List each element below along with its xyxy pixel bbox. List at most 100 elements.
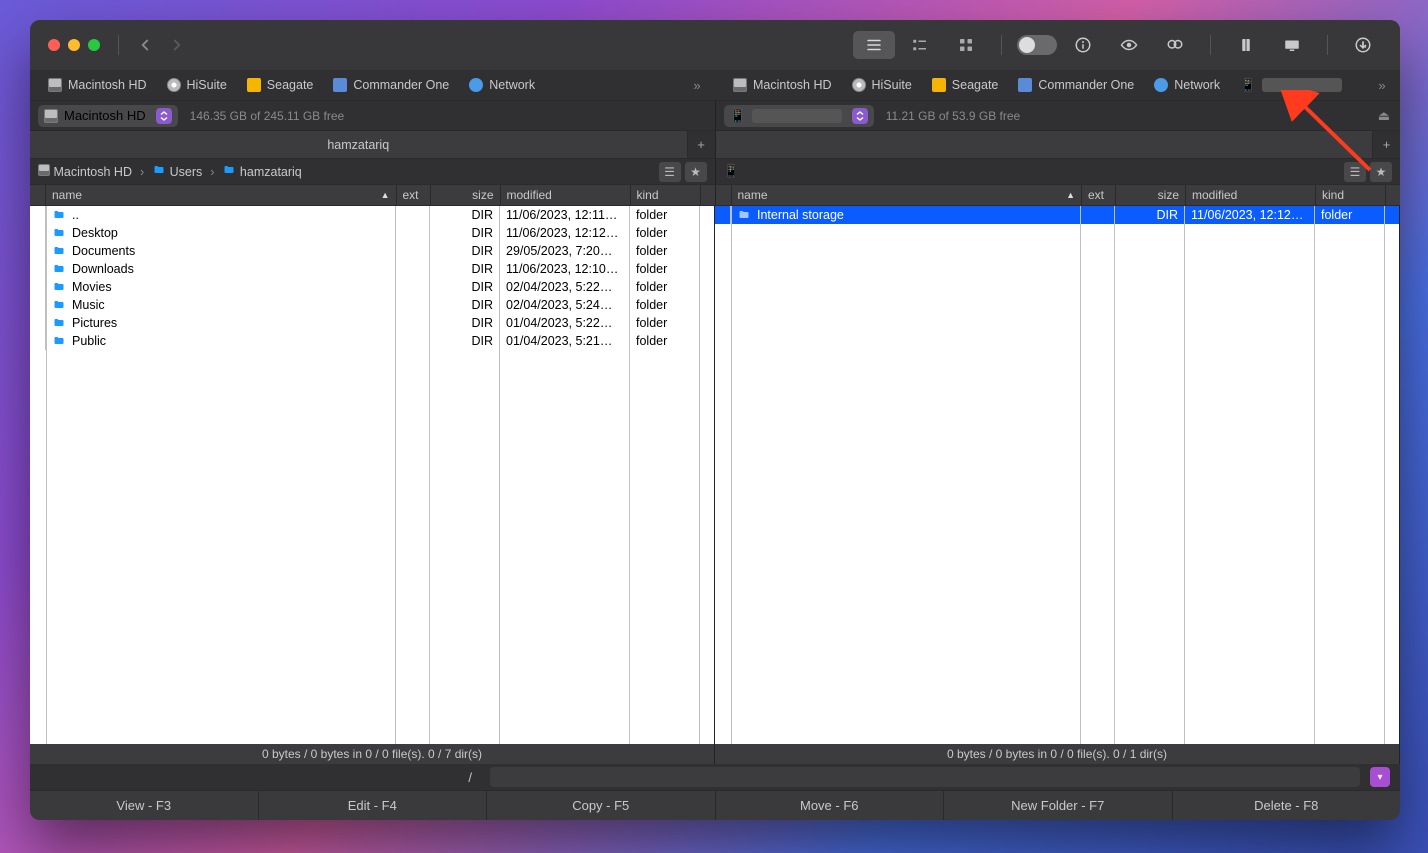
crumb-segment[interactable]: Users	[152, 164, 202, 179]
fn-edit[interactable]: Edit - F4	[259, 791, 488, 820]
file-row[interactable]: MusicDIR02/04/2023, 5:24…folder	[30, 296, 714, 314]
col-mod[interactable]: modified	[1186, 185, 1316, 205]
separator	[1210, 35, 1211, 55]
minimize-window-button[interactable]	[68, 39, 80, 51]
location-network[interactable]: Network	[1144, 70, 1230, 100]
drive-bar-left: Macintosh HD 146.35 GB of 245.11 GB free	[30, 100, 716, 130]
close-window-button[interactable]	[48, 39, 60, 51]
command-history-button[interactable]: ▾	[1370, 767, 1390, 787]
drive-name: Macintosh HD	[64, 108, 146, 123]
app-window: Macintosh HDHiSuiteSeagateCommander OneN…	[30, 20, 1400, 820]
file-list-left[interactable]: ..DIR11/06/2023, 12:11…folderDesktopDIR1…	[30, 206, 714, 744]
location-commander-one[interactable]: Commander One	[323, 70, 459, 100]
favorites-button[interactable]: ★	[685, 162, 707, 182]
archive-button[interactable]	[1225, 31, 1267, 59]
info-button[interactable]	[1062, 31, 1104, 59]
location-macintosh-hd[interactable]: Macintosh HD	[723, 70, 842, 100]
file-row[interactable]: Internal storageDIR11/06/2023, 12:12…fol…	[715, 206, 1399, 224]
drive-selector-right[interactable]: 📱	[724, 105, 874, 127]
location-seagate[interactable]: Seagate	[237, 70, 324, 100]
pane-left: ..DIR11/06/2023, 12:11…folderDesktopDIR1…	[30, 206, 715, 764]
command-input[interactable]	[490, 767, 1360, 787]
phone-icon: 📱	[730, 108, 746, 124]
search-button[interactable]	[1154, 31, 1196, 59]
file-row[interactable]: DocumentsDIR29/05/2023, 7:20…folder	[30, 242, 714, 260]
location-hisuite[interactable]: HiSuite	[842, 70, 922, 100]
zoom-window-button[interactable]	[88, 39, 100, 51]
column-headers: name▲ ext size modified kind name▲ ext s…	[30, 184, 1400, 206]
view-grid-button[interactable]	[945, 31, 987, 59]
drive-selector-left[interactable]: Macintosh HD	[38, 105, 178, 127]
location-network[interactable]: Network	[459, 70, 545, 100]
fn-copy[interactable]: Copy - F5	[487, 791, 716, 820]
favorites-button[interactable]: ★	[1370, 162, 1392, 182]
status-left: 0 bytes / 0 bytes in 0 / 0 file(s). 0 / …	[30, 744, 714, 764]
breadcrumb-rows: Macintosh HD› Users› hamzatariq ☰ ★ 📱 ☰ …	[30, 158, 1400, 184]
hidden-files-toggle[interactable]	[1016, 31, 1058, 59]
free-space-right: 11.21 GB of 53.9 GB free	[886, 109, 1021, 123]
col-kind[interactable]: kind	[1316, 185, 1386, 205]
view-columns-button[interactable]	[899, 31, 941, 59]
history-button[interactable]: ☰	[1344, 162, 1366, 182]
file-row[interactable]: PublicDIR01/04/2023, 5:21…folder	[30, 332, 714, 350]
breadcrumb-right: 📱 ☰ ★	[716, 158, 1401, 184]
fn-view[interactable]: View - F3	[30, 791, 259, 820]
view-list-button[interactable]	[853, 31, 895, 59]
toolbar	[853, 31, 1390, 59]
separator	[1001, 35, 1002, 55]
locations-overflow[interactable]: »	[1370, 70, 1394, 100]
file-row[interactable]: ..DIR11/06/2023, 12:11…folder	[30, 206, 714, 224]
col-name[interactable]: name▲	[732, 185, 1083, 205]
function-bar: View - F3Edit - F4Copy - F5Move - F6New …	[30, 790, 1400, 820]
col-size[interactable]: size	[431, 185, 501, 205]
location-macintosh-hd[interactable]: Macintosh HD	[38, 70, 157, 100]
drive-bars: Macintosh HD 146.35 GB of 245.11 GB free…	[30, 100, 1400, 130]
window-controls	[40, 39, 108, 51]
drive-bar-right: 📱 11.21 GB of 53.9 GB free ⏏	[716, 100, 1401, 130]
status-right: 0 bytes / 0 bytes in 0 / 0 file(s). 0 / …	[715, 744, 1399, 764]
disk-icon	[44, 109, 58, 123]
file-list-right[interactable]: Internal storageDIR11/06/2023, 12:12…fol…	[715, 206, 1399, 744]
locations-overflow[interactable]: »	[685, 70, 709, 100]
file-row[interactable]: PicturesDIR01/04/2023, 5:22…folder	[30, 314, 714, 332]
quicklook-button[interactable]	[1108, 31, 1150, 59]
file-row[interactable]: MoviesDIR02/04/2023, 5:22…folder	[30, 278, 714, 296]
crumb-segment[interactable]: hamzatariq	[222, 164, 301, 179]
file-row[interactable]: DownloadsDIR11/06/2023, 12:10…folder	[30, 260, 714, 278]
phone-icon: 📱	[724, 164, 740, 179]
eject-button[interactable]: ⏏	[1378, 108, 1390, 124]
new-tab-right[interactable]: +	[1372, 131, 1400, 158]
separator	[118, 35, 119, 55]
breadcrumb-left: Macintosh HD› Users› hamzatariq ☰ ★	[30, 158, 716, 184]
back-button[interactable]	[133, 33, 157, 57]
col-mod[interactable]: modified	[501, 185, 631, 205]
tab-left[interactable]: hamzatariq	[30, 131, 687, 158]
connections-button[interactable]	[1271, 31, 1313, 59]
location-seagate[interactable]: Seagate	[922, 70, 1009, 100]
fn-new[interactable]: New Folder - F7	[944, 791, 1173, 820]
history-button[interactable]: ☰	[659, 162, 681, 182]
forward-button[interactable]	[165, 33, 189, 57]
tab-right[interactable]	[716, 131, 1373, 158]
pane-right: Internal storageDIR11/06/2023, 12:12…fol…	[715, 206, 1400, 764]
new-tab-left[interactable]: +	[687, 131, 715, 158]
col-ext[interactable]: ext	[397, 185, 431, 205]
drive-name-redacted	[752, 109, 842, 123]
file-row[interactable]: DesktopDIR11/06/2023, 12:12…folder	[30, 224, 714, 242]
location-commander-one[interactable]: Commander One	[1008, 70, 1144, 100]
col-name[interactable]: name▲	[46, 185, 397, 205]
crumb-segment[interactable]: Macintosh HD	[38, 164, 132, 179]
separator	[1327, 35, 1328, 55]
col-size[interactable]: size	[1116, 185, 1186, 205]
col-kind[interactable]: kind	[631, 185, 701, 205]
locations-bar: Macintosh HDHiSuiteSeagateCommander OneN…	[30, 70, 1400, 100]
queue-button[interactable]	[1342, 31, 1384, 59]
drive-dropdown-icon	[852, 108, 868, 124]
fn-move[interactable]: Move - F6	[716, 791, 945, 820]
fn-delete[interactable]: Delete - F8	[1173, 791, 1401, 820]
file-panes: ..DIR11/06/2023, 12:11…folderDesktopDIR1…	[30, 206, 1400, 764]
titlebar	[30, 20, 1400, 70]
col-ext[interactable]: ext	[1082, 185, 1116, 205]
location-phone[interactable]: 📱	[1230, 70, 1352, 100]
location-hisuite[interactable]: HiSuite	[157, 70, 237, 100]
